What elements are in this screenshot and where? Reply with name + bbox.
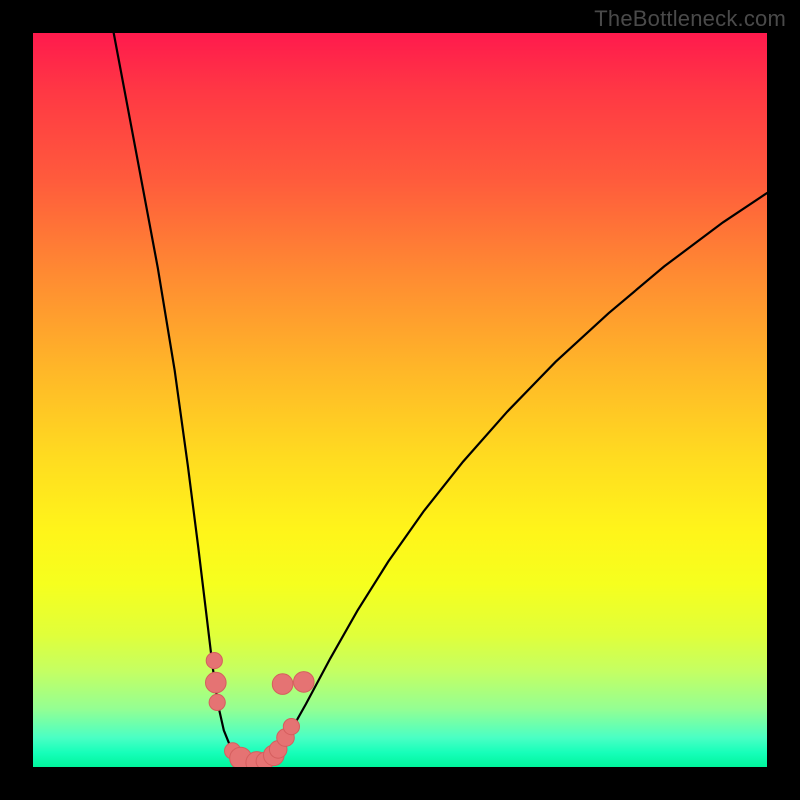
data-markers xyxy=(206,653,315,768)
marker xyxy=(294,672,315,693)
marker xyxy=(206,672,227,693)
watermark-text: TheBottleneck.com xyxy=(594,6,786,32)
marker xyxy=(283,719,299,735)
chart-svg: path[data-name="bottleneck-curve"] { dis… xyxy=(33,33,767,767)
chart-frame: path[data-name="bottleneck-curve"] { dis… xyxy=(0,0,800,800)
plot-area: path[data-name="bottleneck-curve"] { dis… xyxy=(33,33,767,767)
marker xyxy=(272,674,293,695)
marker xyxy=(206,653,222,669)
marker xyxy=(209,694,225,710)
